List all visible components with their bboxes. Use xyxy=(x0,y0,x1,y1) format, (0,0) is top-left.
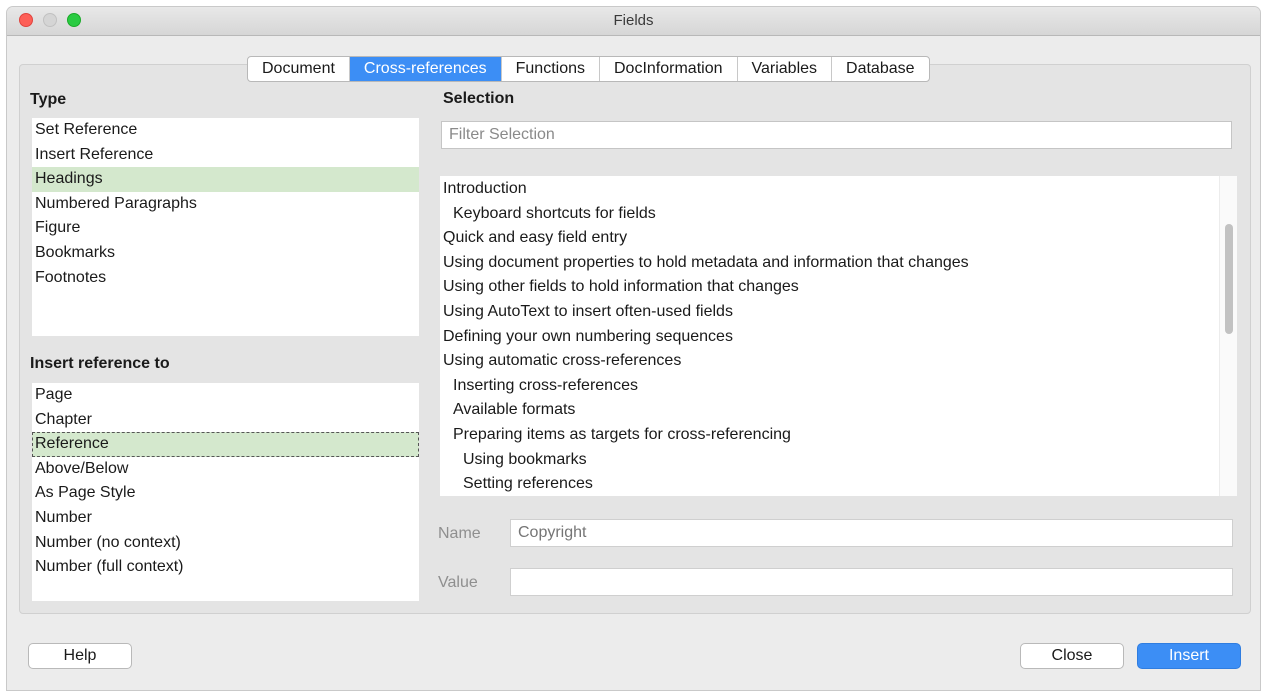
tab-cross-references[interactable]: Cross-references xyxy=(349,57,502,81)
heading-list-item[interactable]: Using bookmarks xyxy=(440,448,1237,473)
list-item[interactable]: Above/Below xyxy=(32,457,419,482)
list-item[interactable]: Set Reference xyxy=(32,118,419,143)
tab-variables[interactable]: Variables xyxy=(738,57,833,81)
selection-listbox[interactable]: Introduction Keyboard shortcuts for field… xyxy=(440,176,1237,496)
list-item[interactable]: Reference xyxy=(32,432,419,457)
tab-docinformation[interactable]: DocInformation xyxy=(600,57,738,81)
list-item[interactable]: Bookmarks xyxy=(32,241,419,266)
type-listbox[interactable]: Set Reference Insert Reference Headings Num… xyxy=(32,118,419,336)
scrollbar-thumb[interactable] xyxy=(1225,224,1233,334)
list-item[interactable]: Insert Reference xyxy=(32,143,419,168)
tab-database[interactable]: Database xyxy=(832,57,929,81)
insert-button[interactable]: Insert xyxy=(1137,643,1241,669)
close-button[interactable]: Close xyxy=(1020,643,1124,669)
heading-list-item[interactable]: Using other fields to hold information t… xyxy=(440,275,1237,300)
list-item[interactable]: Numbered Paragraphs xyxy=(32,192,419,217)
selection-heading: Selection xyxy=(443,90,515,107)
type-heading: Type xyxy=(30,91,67,108)
value-label: Value xyxy=(438,574,478,591)
tab-bar: Document Cross-references Functions DocInfo… xyxy=(247,56,930,82)
heading-list-item[interactable]: Keyboard shortcuts for fields xyxy=(440,202,1237,227)
heading-list-item[interactable]: Preparing items as targets for cross-ref… xyxy=(440,423,1237,448)
name-input[interactable] xyxy=(510,519,1233,547)
heading-list-item[interactable]: Quick and easy field entry xyxy=(440,226,1237,251)
window-title: Fields xyxy=(613,12,654,29)
heading-list-item[interactable]: Using AutoText to insert often-used fiel… xyxy=(440,300,1237,325)
list-item[interactable]: Footnotes xyxy=(32,266,419,291)
title-bar: Fields xyxy=(7,7,1260,36)
fields-dialog: Fields Document Cross-references Functions… xyxy=(7,7,1260,690)
heading-list-item[interactable]: Inserting cross-references xyxy=(440,374,1237,399)
list-item[interactable]: Chapter xyxy=(32,408,419,433)
list-item[interactable]: Figure xyxy=(32,216,419,241)
tab-document[interactable]: Document xyxy=(248,57,350,81)
name-label: Name xyxy=(438,525,481,542)
list-item[interactable]: As Page Style xyxy=(32,481,419,506)
heading-list-item[interactable]: Setting references xyxy=(440,472,1237,496)
list-item[interactable]: Number (no context) xyxy=(32,531,419,556)
heading-list-item[interactable]: Available formats xyxy=(440,398,1237,423)
list-item[interactable]: Headings xyxy=(32,167,419,192)
heading-list-item[interactable]: Using document properties to hold metada… xyxy=(440,251,1237,276)
filter-selection-input[interactable] xyxy=(441,121,1232,149)
selection-scrollbar[interactable] xyxy=(1219,176,1237,496)
list-item[interactable]: Number xyxy=(32,506,419,531)
insert-reference-listbox[interactable]: Page Chapter Reference Above/Below As Page S… xyxy=(32,383,419,601)
insert-reference-heading: Insert reference to xyxy=(30,355,170,372)
heading-list-item[interactable]: Using automatic cross-references xyxy=(440,349,1237,374)
heading-list-item[interactable]: Defining your own numbering sequences xyxy=(440,325,1237,350)
list-item[interactable]: Page xyxy=(32,383,419,408)
heading-list-item[interactable]: Introduction xyxy=(440,177,1237,202)
tab-functions[interactable]: Functions xyxy=(502,57,600,81)
list-item[interactable]: Number (full context) xyxy=(32,555,419,580)
selection-items: Introduction Keyboard shortcuts for field… xyxy=(440,176,1237,496)
value-input[interactable] xyxy=(510,568,1233,596)
help-button[interactable]: Help xyxy=(28,643,132,669)
